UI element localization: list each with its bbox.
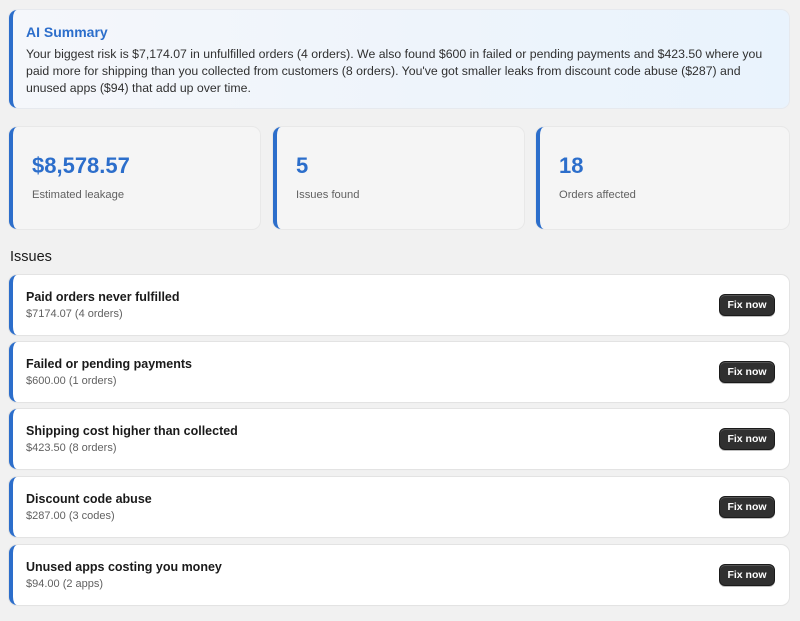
fix-now-button[interactable]: Fix now	[719, 496, 775, 518]
issue-row-failed-or-pending-payments: Failed or pending payments $600.00 (1 or…	[9, 342, 789, 402]
stat-card-estimated-leakage: $8,578.57 Estimated leakage	[9, 127, 260, 229]
stat-label: Estimated leakage	[32, 189, 125, 201]
issue-row-unused-apps: Unused apps costing you money $94.00 (2 …	[9, 545, 789, 605]
issue-row-shipping-cost-higher: Shipping cost higher than collected $423…	[9, 409, 789, 469]
issue-detail: $287.00 (3 codes)	[26, 510, 115, 522]
stat-value: 18	[559, 153, 584, 178]
issue-title: Discount code abuse	[26, 492, 152, 506]
ai-summary-banner: AI Summary Your biggest risk is $7,174.0…	[9, 10, 789, 108]
leakage-report-page: AI Summary Your biggest risk is $7,174.0…	[0, 0, 800, 621]
stat-label: Issues found	[296, 189, 360, 201]
issue-row-discount-code-abuse: Discount code abuse $287.00 (3 codes) Fi…	[9, 477, 789, 537]
issue-detail: $7174.07 (4 orders)	[26, 308, 123, 320]
fix-now-button[interactable]: Fix now	[719, 294, 775, 316]
issue-title: Shipping cost higher than collected	[26, 424, 238, 438]
issue-title: Unused apps costing you money	[26, 560, 222, 574]
fix-now-button[interactable]: Fix now	[719, 564, 775, 586]
fix-now-button[interactable]: Fix now	[719, 361, 775, 383]
issue-detail: $600.00 (1 orders)	[26, 375, 117, 387]
stat-card-orders-affected: 18 Orders affected	[536, 127, 789, 229]
issue-title: Failed or pending payments	[26, 357, 192, 371]
fix-now-button[interactable]: Fix now	[719, 428, 775, 450]
ai-summary-text: Your biggest risk is $7,174.07 in unfulf…	[26, 47, 763, 96]
ai-summary-title: AI Summary	[26, 24, 108, 40]
issue-detail: $94.00 (2 apps)	[26, 578, 104, 590]
stat-card-issues-found: 5 Issues found	[273, 127, 524, 229]
issue-detail: $423.50 (8 orders)	[26, 442, 117, 454]
stat-label: Orders affected	[559, 189, 636, 201]
stat-value: 5	[296, 153, 309, 178]
issue-row-paid-orders-never-fulfilled: Paid orders never fulfilled $7174.07 (4 …	[9, 275, 789, 335]
issue-title: Paid orders never fulfilled	[26, 290, 180, 304]
stat-value: $8,578.57	[32, 153, 130, 178]
issues-heading: Issues	[10, 249, 52, 265]
